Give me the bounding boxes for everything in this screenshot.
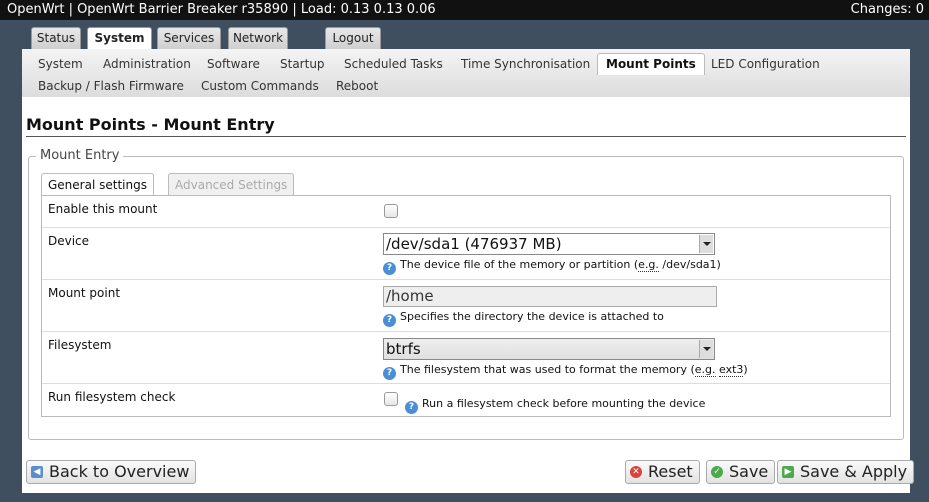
fsck-checkbox[interactable] (384, 392, 398, 406)
device-label: Device (48, 234, 90, 248)
subtab-led-configuration[interactable]: LED Configuration (711, 54, 820, 74)
tab-general-settings[interactable]: General settings (41, 173, 154, 195)
page-title: Mount Points - Mount Entry (26, 115, 275, 134)
mount-point-input[interactable]: /home (383, 286, 717, 307)
filesystem-help-text: The filesystem that was used to format t… (400, 363, 695, 376)
device-help-example: /dev/sda1) (658, 258, 721, 271)
changes-counter[interactable]: Changes: 0 (851, 0, 924, 20)
device-help: ? The device file of the memory or partit… (383, 258, 721, 275)
back-button-label: Back to Overview (49, 462, 190, 481)
save-check-icon: ✓ (711, 466, 723, 478)
reset-button-label: Reset (648, 462, 693, 481)
filesystem-label: Filesystem (48, 338, 112, 352)
mount-point-help: ? Specifies the directory the device is a… (383, 310, 664, 327)
row-filesystem: Filesystem btrfs ? The filesystem that wa… (42, 332, 890, 384)
tab-services[interactable]: Services (157, 27, 221, 49)
fieldset-legend: Mount Entry (36, 148, 124, 163)
chevron-down-icon (699, 340, 713, 358)
filesystem-select-value: btrfs (386, 340, 421, 358)
tab-system[interactable]: System (87, 27, 152, 50)
filesystem-help-example: ext3 (719, 363, 744, 377)
subtab-backup-flash[interactable]: Backup / Flash Firmware (38, 76, 184, 96)
tab-logout[interactable]: Logout (325, 27, 381, 49)
title-divider (26, 136, 906, 137)
header-title: OpenWrt | OpenWrt Barrier Breaker r35890… (7, 2, 436, 17)
tab-network[interactable]: Network (228, 27, 288, 49)
row-enable-mount: Enable this mount (42, 196, 890, 228)
help-icon: ? (383, 367, 396, 380)
save-button[interactable]: ✓ Save (706, 460, 776, 484)
mount-point-help-text: Specifies the directory the device is at… (400, 310, 664, 323)
subtab-custom-commands[interactable]: Custom Commands (201, 76, 319, 96)
help-icon: ? (405, 401, 418, 414)
subtab-time-sync[interactable]: Time Synchronisation (461, 54, 590, 74)
subtab-administration[interactable]: Administration (103, 54, 191, 74)
reset-button[interactable]: ✕ Reset (625, 460, 700, 484)
save-apply-button-label: Save & Apply (800, 462, 908, 481)
subtab-startup[interactable]: Startup (280, 54, 325, 74)
subtab-mount-points[interactable]: Mount Points (597, 53, 705, 75)
enable-mount-label: Enable this mount (48, 202, 158, 216)
subtab-software[interactable]: Software (207, 54, 260, 74)
filesystem-help-close: ) (743, 363, 748, 376)
save-apply-button[interactable]: ▶ Save & Apply (777, 460, 915, 484)
device-help-text: The device file of the memory or partiti… (400, 258, 639, 271)
tab-advanced-settings[interactable]: Advanced Settings (168, 173, 295, 195)
tab-status[interactable]: Status (31, 27, 81, 49)
main-container: System Administration Software Startup S… (22, 49, 915, 493)
mount-point-label: Mount point (48, 286, 121, 300)
fsck-help: ? Run a filesystem check before mounting … (405, 397, 705, 414)
device-select[interactable]: /dev/sda1 (476937 MB) (383, 233, 715, 255)
fsck-label: Run filesystem check (48, 390, 176, 404)
row-fsck: Run filesystem check ? Run a filesystem c… (42, 384, 890, 416)
top-header: OpenWrt | OpenWrt Barrier Breaker r35890… (0, 0, 929, 20)
filesystem-help-eg: e.g. (694, 363, 716, 377)
back-arrow-icon: ◀ (31, 466, 43, 478)
filesystem-help: ? The filesystem that was used to format … (383, 363, 748, 380)
help-icon: ? (383, 262, 396, 275)
apply-icon: ▶ (782, 466, 794, 478)
device-select-value: /dev/sda1 (476937 MB) (386, 235, 562, 253)
row-mount-point: Mount point /home ? Specifies the directo… (42, 280, 890, 332)
help-icon: ? (383, 314, 396, 327)
device-help-eg: e.g. (638, 258, 659, 272)
subtab-scheduled-tasks[interactable]: Scheduled Tasks (344, 54, 443, 74)
subtab-reboot[interactable]: Reboot (336, 76, 378, 96)
row-device: Device /dev/sda1 (476937 MB) ? The device… (42, 228, 890, 280)
general-settings-panel: Enable this mount Device /dev/sda1 (4769… (41, 195, 891, 417)
chevron-down-icon (699, 235, 713, 253)
subtab-system[interactable]: System (38, 54, 83, 74)
save-button-label: Save (729, 462, 769, 481)
sub-nav: System Administration Software Startup S… (22, 49, 910, 97)
filesystem-select[interactable]: btrfs (383, 338, 715, 360)
enable-mount-checkbox[interactable] (384, 204, 398, 218)
fsck-help-text: Run a filesystem check before mounting t… (422, 397, 706, 410)
back-to-overview-button[interactable]: ◀ Back to Overview (26, 460, 197, 484)
reset-icon: ✕ (630, 466, 642, 478)
